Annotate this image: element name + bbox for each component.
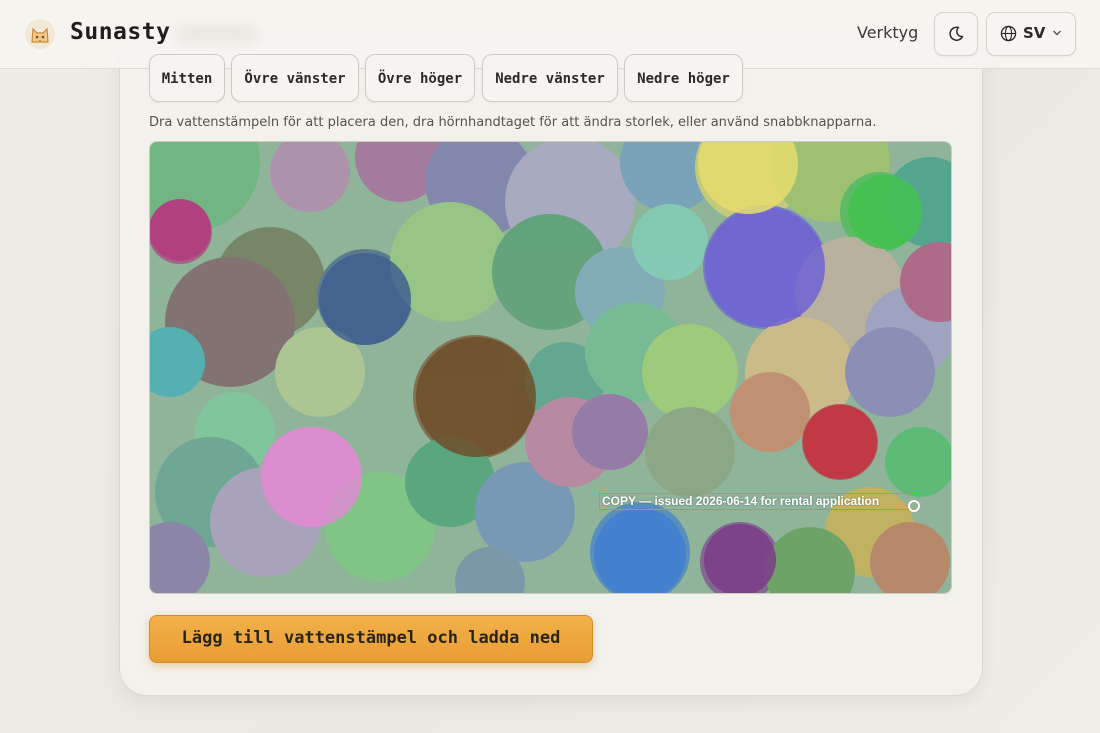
language-select[interactable]: SV <box>986 12 1076 56</box>
language-code: SV <box>1023 24 1046 42</box>
watermark-text: COPY — issued 2026-06-14 for rental appl… <box>602 494 880 508</box>
cat-logo-icon[interactable] <box>24 18 56 50</box>
position-bottom-right-button[interactable]: Nedre höger <box>624 54 743 102</box>
nav-tools-link[interactable]: Verktyg <box>857 23 918 42</box>
watermark-overlay[interactable]: COPY — issued 2026-06-14 for rental appl… <box>599 493 918 510</box>
theme-toggle-button[interactable] <box>934 12 978 56</box>
moon-icon <box>949 26 964 41</box>
position-center-button[interactable]: Mitten <box>149 54 225 102</box>
instructions-text: Dra vattenstämpeln för att placera den, … <box>149 115 877 130</box>
position-top-right-button[interactable]: Övre höger <box>365 54 475 102</box>
watermark-preview-canvas[interactable]: COPY — issued 2026-06-14 for rental appl… <box>149 141 952 594</box>
preview-image <box>150 142 951 593</box>
chevron-down-icon <box>1053 30 1061 36</box>
resize-handle[interactable] <box>908 500 920 512</box>
brand-name[interactable]: Sunasty <box>70 19 170 45</box>
globe-icon <box>1000 25 1017 42</box>
brand-shadow-decoration <box>176 26 258 42</box>
add-watermark-download-button[interactable]: Lägg till vattenstämpel och ladda ned <box>149 615 593 663</box>
position-bottom-left-button[interactable]: Nedre vänster <box>482 54 618 102</box>
position-top-left-button[interactable]: Övre vänster <box>231 54 359 102</box>
